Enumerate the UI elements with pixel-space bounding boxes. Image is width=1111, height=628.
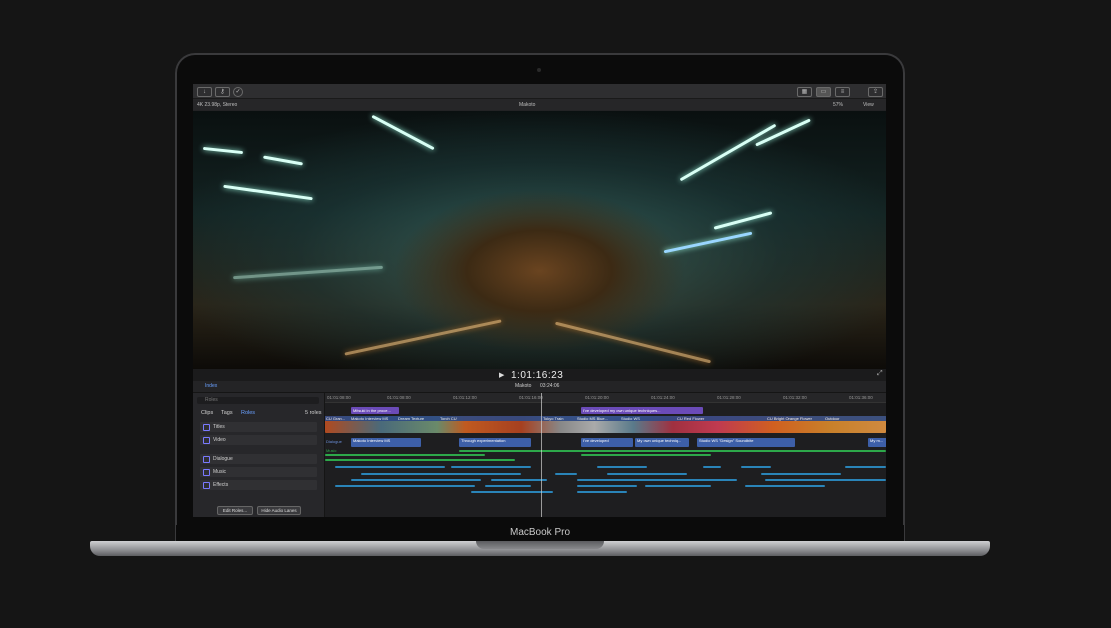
dialogue-clip[interactable]: Through experimentation [459, 438, 531, 447]
effects-clip[interactable] [451, 466, 531, 468]
timeline-index-sidebar: Roles Clips Tags Roles 5 roles Titles Vi… [193, 393, 325, 517]
effects-clip[interactable] [577, 491, 627, 493]
check-icon [203, 482, 210, 489]
format-label: 4K 23.98p, Stereo [197, 102, 238, 108]
dialogue-clip[interactable]: Makoto Interview MS [351, 438, 421, 447]
role-item-titles[interactable]: Titles [200, 422, 317, 432]
app-toolbar: ↓ ⚷ ✓ ▦ ▭ ≡ ⇪ [193, 84, 886, 99]
playhead[interactable] [541, 393, 542, 517]
music-clip[interactable] [325, 459, 515, 461]
effects-clip[interactable] [745, 485, 825, 487]
dialogue-clip[interactable]: My m... [868, 438, 886, 447]
effects-clip[interactable] [607, 473, 687, 475]
roles-search-field[interactable]: Roles [197, 397, 319, 404]
check-icon [203, 424, 210, 431]
download-icon[interactable]: ↓ [197, 87, 212, 97]
fullscreen-icon[interactable]: ⤢ [877, 370, 883, 378]
timeline-duration: 03:24:06 [540, 383, 560, 389]
effects-clip[interactable] [765, 479, 886, 481]
effects-clip[interactable] [845, 466, 886, 468]
grid-icon[interactable]: ▦ [797, 87, 812, 97]
share-icon[interactable]: ⇪ [868, 87, 883, 97]
effects-clip[interactable] [761, 473, 841, 475]
effects-clip[interactable] [577, 479, 737, 481]
timeline[interactable]: 01:01:08:00 01:01:08:00 01:01:12:00 01:0… [325, 393, 886, 517]
effects-clip[interactable] [597, 466, 647, 468]
effects-clip[interactable] [335, 485, 475, 487]
music-clip[interactable] [459, 450, 886, 452]
project-title: Makoto [519, 102, 536, 108]
check-icon [203, 456, 210, 463]
effects-clip[interactable] [741, 466, 771, 468]
effects-clip[interactable] [645, 485, 711, 487]
effects-clip[interactable] [335, 466, 445, 468]
role-item-dialogue[interactable]: Dialogue [200, 454, 317, 464]
edit-roles-button[interactable]: Edit Roles... [217, 506, 253, 515]
camera [537, 68, 541, 72]
play-icon[interactable]: ▶ [499, 371, 504, 379]
role-item-effects[interactable]: Effects [200, 480, 317, 490]
view-menu[interactable]: View [863, 102, 874, 108]
video-viewer[interactable] [193, 111, 886, 369]
brand-label: MacBook Pro [509, 527, 571, 538]
timeline-ruler: 01:01:08:00 01:01:08:00 01:01:12:00 01:0… [325, 393, 886, 403]
fcp-window: ↓ ⚷ ✓ ▦ ▭ ≡ ⇪ 4K 23.98p, Stereo Makoto 5… [193, 84, 886, 517]
zoom-menu[interactable]: 57% [833, 102, 843, 108]
timeline-project-name: Makoto [515, 383, 532, 389]
effects-clip[interactable] [491, 479, 547, 481]
check-icon [203, 469, 210, 476]
role-item-video[interactable]: Video [200, 435, 317, 445]
effects-clip[interactable] [577, 485, 637, 487]
timecode-display: 1:01:16:23 [511, 370, 564, 381]
title-clip[interactable]: Mitsuki in the proce... [351, 407, 399, 414]
music-clip[interactable] [325, 454, 485, 456]
dialogue-clip[interactable]: I've developed [581, 438, 633, 447]
viewer-icon[interactable]: ▭ [816, 87, 831, 97]
video-labels: CU Gran... Makoto Interview MS Dream Tex… [325, 416, 886, 421]
music-clip[interactable] [581, 454, 711, 456]
role-item-music[interactable]: Music [200, 467, 317, 477]
key-icon[interactable]: ⚷ [215, 87, 230, 97]
effects-clip[interactable] [351, 479, 481, 481]
title-clip[interactable]: I've developed my own unique techniques.… [581, 407, 703, 414]
effects-clip[interactable] [361, 473, 521, 475]
effects-clip[interactable] [485, 485, 531, 487]
check-icon [203, 437, 210, 444]
playback-bar: ▶ 1:01:16:23 ⤢ [193, 369, 886, 381]
timeline-header: Index Makoto 03:24:06 [193, 381, 886, 393]
dialogue-clip[interactable]: Studio WS "Design" Soundbite [697, 438, 795, 447]
effects-clip[interactable] [555, 473, 577, 475]
tab-roles[interactable]: Roles [241, 410, 255, 416]
hide-audio-lanes-button[interactable]: Hide Audio Lanes [257, 506, 301, 515]
viewer-info-bar: 4K 23.98p, Stereo Makoto 57% View [193, 99, 886, 110]
hinge-notch [476, 541, 604, 549]
tab-tags[interactable]: Tags [221, 410, 233, 416]
tab-clips[interactable]: Clips [201, 410, 213, 416]
dialogue-clip[interactable]: My own unique techniq... [635, 438, 689, 447]
check-icon[interactable]: ✓ [233, 87, 243, 97]
inspector-icon[interactable]: ≡ [835, 87, 850, 97]
effects-clip[interactable] [703, 466, 721, 468]
index-tab[interactable]: Index [205, 383, 217, 389]
roles-count: 5 roles [305, 410, 322, 416]
